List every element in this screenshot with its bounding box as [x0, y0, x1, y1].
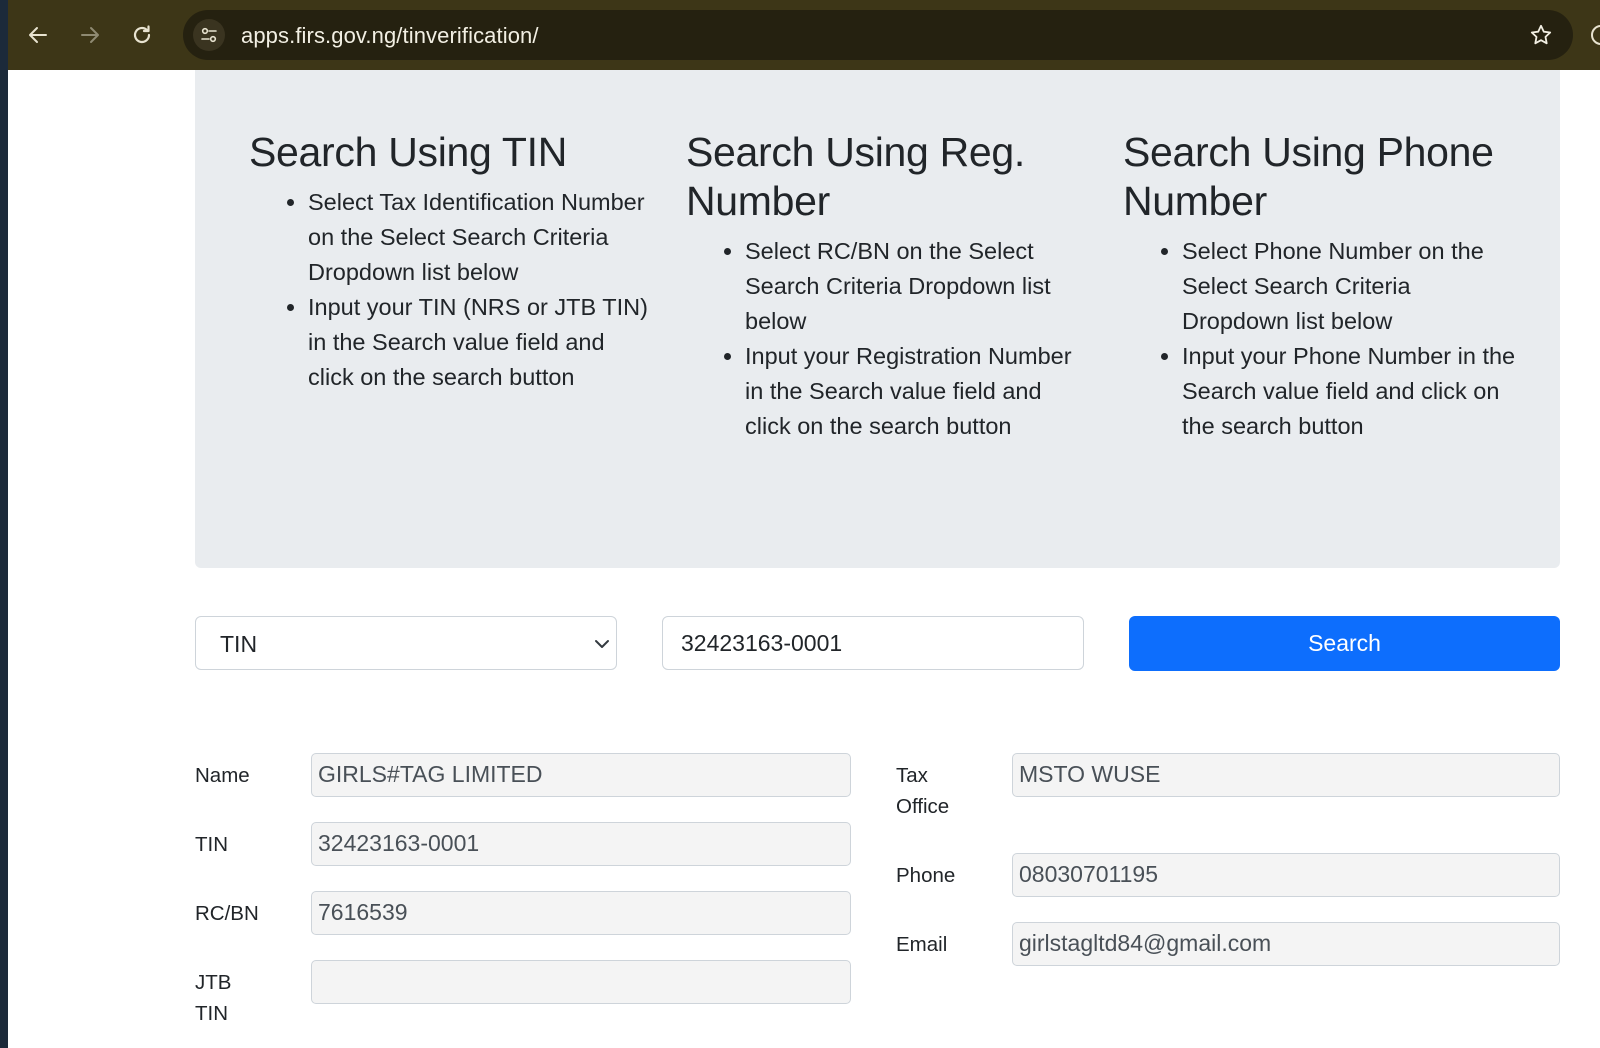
jtb-tin-field[interactable]: [311, 960, 851, 1004]
name-field[interactable]: GIRLS#TAG LIMITED: [311, 753, 851, 797]
reload-button[interactable]: [126, 19, 158, 51]
tax-office-field[interactable]: MSTO WUSE: [1012, 753, 1560, 797]
instructions-panel: Search Using TIN Select Tax Identificati…: [195, 70, 1560, 568]
tune-icon: [201, 27, 217, 43]
search-value-input[interactable]: [662, 616, 1084, 670]
star-icon: [1530, 24, 1552, 45]
phone-label: Phone: [896, 864, 956, 887]
instruction-step: Input your Phone Number in the Search va…: [1182, 339, 1523, 444]
search-button[interactable]: Search: [1129, 616, 1560, 671]
chevron-down-icon: [595, 640, 609, 648]
reload-icon: [133, 25, 151, 44]
back-button[interactable]: [22, 19, 54, 51]
instruction-phone-number: Search Using Phone Number Select Phone N…: [1123, 128, 1523, 444]
address-bar[interactable]: apps.firs.gov.ng/tinverification/: [183, 10, 1573, 60]
forward-button[interactable]: [74, 19, 106, 51]
instruction-heading: Search Using Phone Number: [1123, 129, 1494, 224]
jtb-tin-label: JTB TIN: [195, 971, 232, 1025]
instruction-tin: Search Using TIN Select Tax Identificati…: [249, 128, 649, 395]
instruction-step: Select Phone Number on the Select Search…: [1182, 234, 1523, 339]
browser-toolbar: apps.firs.gov.ng/tinverification/: [8, 0, 1600, 70]
arrow-left-icon: [29, 27, 47, 43]
instruction-steps: Select Tax Identification Number on the …: [249, 185, 649, 395]
phone-field[interactable]: 08030701195: [1012, 853, 1560, 897]
instruction-step: Select Tax Identification Number on the …: [308, 185, 649, 290]
instruction-step: Input your Registration Number in the Se…: [745, 339, 1086, 444]
email-label: Email: [896, 933, 948, 956]
chat-icon[interactable]: [1588, 22, 1600, 48]
tin-field[interactable]: 32423163-0001: [311, 822, 851, 866]
email-field[interactable]: girlstagltd84@gmail.com: [1012, 922, 1560, 966]
search-criteria-select[interactable]: TIN: [195, 616, 617, 670]
instruction-reg-number: Search Using Reg. Number Select RC/BN on…: [686, 128, 1086, 444]
browser-window: apps.firs.gov.ng/tinverification/ Search…: [8, 0, 1600, 1048]
rcbn-label: RC/BN: [195, 902, 259, 925]
instruction-heading: Search Using TIN: [249, 129, 568, 175]
instruction-step: Input your TIN (NRS or JTB TIN) in the S…: [308, 290, 649, 395]
instruction-steps: Select Phone Number on the Select Search…: [1123, 234, 1523, 444]
name-label: Name: [195, 764, 250, 787]
search-criteria-value: TIN: [220, 631, 258, 657]
arrow-right-icon: [81, 27, 99, 43]
instruction-heading: Search Using Reg. Number: [686, 129, 1026, 224]
bookmark-button[interactable]: [1527, 21, 1555, 49]
tax-office-label: Tax Office: [896, 764, 950, 818]
site-info-button[interactable]: [193, 19, 225, 51]
instruction-step: Select RC/BN on the Select Search Criter…: [745, 234, 1086, 339]
tin-label: TIN: [195, 833, 229, 856]
rcbn-field[interactable]: 7616539: [311, 891, 851, 935]
instruction-steps: Select RC/BN on the Select Search Criter…: [686, 234, 1086, 444]
url-text[interactable]: apps.firs.gov.ng/tinverification/: [241, 23, 539, 49]
